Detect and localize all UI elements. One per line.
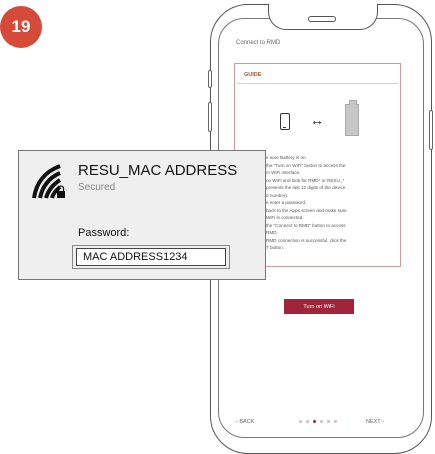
step-number-badge: 19 (0, 6, 42, 48)
guide-step-text: e enter a password. (266, 200, 307, 205)
smartphone-icon (280, 113, 290, 130)
guide-step-text: RMD. (266, 230, 278, 235)
guide-step-text: e sure Battery is on. (266, 155, 307, 160)
guide-step-text: RMD connection is successful, click the (266, 237, 347, 243)
guide-step-text: T button. (266, 245, 285, 250)
guide-step-text: d number). (266, 192, 289, 198)
pager-dot (313, 420, 316, 423)
turn-on-wifi-button[interactable]: Turn on WiFi (284, 299, 354, 314)
guide-step-text: WiFi is connected. (266, 215, 304, 220)
phone-side-button (208, 102, 212, 132)
guide-step-text: the "Turn on WiFi" button to access the (266, 162, 346, 168)
guide-step-text: on WiFi and look for RMD* or RESU_* (266, 177, 345, 183)
guide-step-text: presents the last 12 digits of the devic… (266, 185, 346, 190)
password-label: Password: (78, 227, 130, 239)
password-input[interactable]: MAC ADDRESS1234 (76, 248, 226, 266)
pager-dot (299, 420, 302, 423)
pager-dot (334, 420, 337, 423)
next-button[interactable]: NEXT › (366, 419, 384, 425)
pager-dot (320, 420, 323, 423)
guide-step-text: the "Connect to RMD" button to access (266, 222, 346, 228)
guide-label: GUIDE (244, 72, 262, 78)
network-security-status: Secured (78, 182, 116, 193)
guide-step-text: back to the Apps screen and make sure (266, 207, 347, 213)
phone-side-button (429, 110, 433, 150)
phone-speaker (308, 16, 336, 22)
network-ssid[interactable]: RESU_MAC ADDRESS (78, 162, 237, 179)
guide-step-text: m WiFi interface. (266, 170, 301, 175)
pager-dot (327, 420, 330, 423)
page-indicator (299, 420, 337, 423)
wifi-locked-icon (32, 164, 65, 199)
battery-unit-icon (345, 100, 359, 136)
back-button[interactable]: ‹ BACK (236, 419, 254, 425)
bidirectional-arrow-icon: ↔ (310, 112, 324, 128)
guide-divider (237, 83, 398, 84)
phone-side-button (208, 70, 212, 88)
pager-dot (306, 420, 309, 423)
screen-title: Connect to RMD (236, 40, 281, 46)
